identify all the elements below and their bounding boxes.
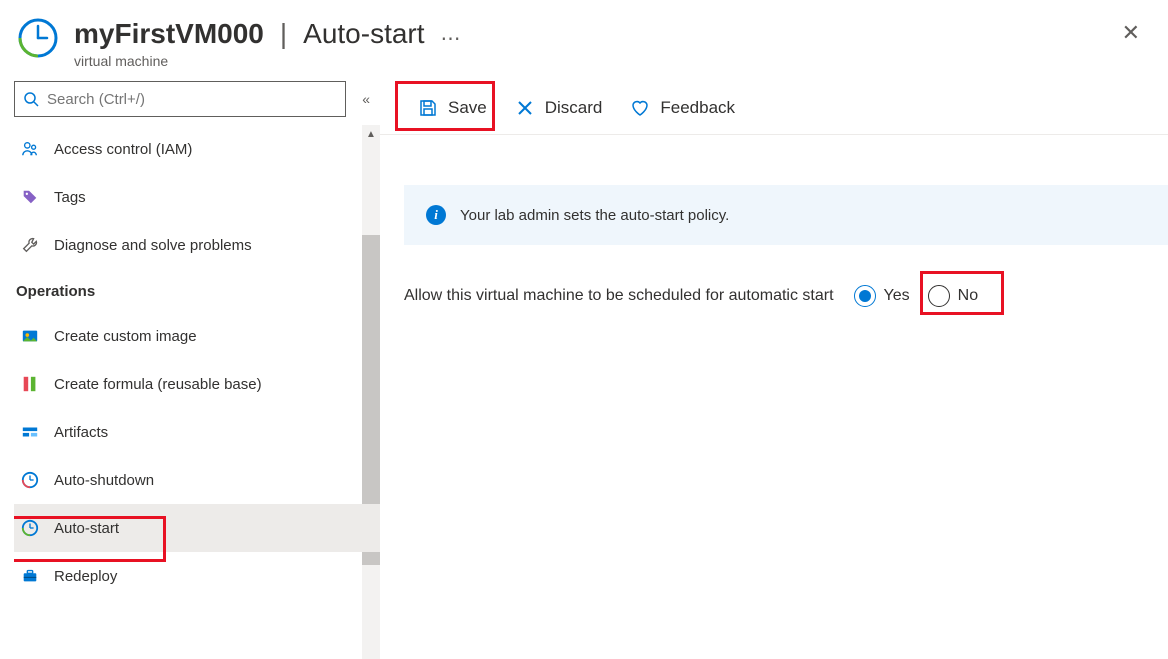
more-actions-button[interactable]: ⋯ xyxy=(441,16,463,51)
formula-icon xyxy=(20,374,40,394)
radio-yes-circle xyxy=(854,285,876,307)
main-content: Save Discard Feedback i Your lab admin s… xyxy=(380,81,1168,659)
blade-title: Auto-start xyxy=(303,18,424,50)
sidebar-item-label: Access control (IAM) xyxy=(54,141,192,158)
sidebar-item-label: Create formula (reusable base) xyxy=(54,376,262,393)
clock-start-icon xyxy=(20,518,40,538)
feedback-button-label: Feedback xyxy=(660,98,735,118)
info-banner: i Your lab admin sets the auto-start pol… xyxy=(404,185,1168,245)
sidebar-item-diagnose[interactable]: Diagnose and solve problems xyxy=(14,221,380,269)
sidebar: « ▲ Access control (IAM) Tags xyxy=(0,81,380,659)
sidebar-section-operations: Operations xyxy=(14,269,380,312)
sidebar-item-create-custom-image[interactable]: Create custom image xyxy=(14,312,380,360)
sidebar-item-redeploy[interactable]: Redeploy xyxy=(14,552,380,600)
scroll-up-button[interactable]: ▲ xyxy=(362,125,380,143)
sidebar-item-label: Create custom image xyxy=(54,328,197,345)
discard-icon xyxy=(515,98,535,118)
clock-start-icon xyxy=(16,16,60,60)
search-icon xyxy=(23,91,39,107)
discard-button[interactable]: Discard xyxy=(501,86,617,130)
radio-yes-label: Yes xyxy=(884,287,910,305)
autostart-setting-row: Allow this virtual machine to be schedul… xyxy=(380,245,1168,307)
save-icon xyxy=(418,98,438,118)
image-icon xyxy=(20,326,40,346)
feedback-button[interactable]: Feedback xyxy=(616,86,749,130)
save-button[interactable]: Save xyxy=(404,86,501,130)
search-input-container[interactable] xyxy=(14,81,346,117)
clock-shutdown-icon xyxy=(20,470,40,490)
sidebar-item-auto-shutdown[interactable]: Auto-shutdown xyxy=(14,456,380,504)
briefcase-icon xyxy=(20,566,40,586)
sidebar-item-access-control[interactable]: Access control (IAM) xyxy=(14,125,380,173)
search-input[interactable] xyxy=(47,91,337,108)
radio-no-circle xyxy=(928,285,950,307)
resource-type: virtual machine xyxy=(74,53,463,69)
info-banner-text: Your lab admin sets the auto-start polic… xyxy=(460,207,729,224)
sidebar-item-label: Tags xyxy=(54,189,86,206)
sidebar-item-artifacts[interactable]: Artifacts xyxy=(14,408,380,456)
collapse-sidebar-button[interactable]: « xyxy=(356,91,372,107)
radio-no-label: No xyxy=(958,287,978,305)
tag-icon xyxy=(20,187,40,207)
people-icon xyxy=(20,139,40,159)
info-icon: i xyxy=(426,205,446,225)
radio-no[interactable]: No xyxy=(928,285,978,307)
resource-name: myFirstVM000 xyxy=(74,18,264,50)
sidebar-item-auto-start[interactable]: Auto-start xyxy=(14,504,380,552)
sidebar-item-tags[interactable]: Tags xyxy=(14,173,380,221)
sidebar-item-label: Diagnose and solve problems xyxy=(54,237,252,254)
heart-icon xyxy=(630,98,650,118)
sidebar-item-label: Auto-start xyxy=(54,520,119,537)
blade-header: myFirstVM000 | Auto-start ⋯ virtual mach… xyxy=(0,0,1168,81)
sidebar-item-label: Auto-shutdown xyxy=(54,472,154,489)
autostart-radio-group: Yes No xyxy=(854,285,979,307)
sidebar-item-create-formula[interactable]: Create formula (reusable base) xyxy=(14,360,380,408)
radio-yes[interactable]: Yes xyxy=(854,285,910,307)
artifacts-icon xyxy=(20,422,40,442)
setting-label: Allow this virtual machine to be schedul… xyxy=(404,287,834,305)
sidebar-item-label: Redeploy xyxy=(54,568,117,585)
sidebar-item-label: Artifacts xyxy=(54,424,108,441)
save-button-label: Save xyxy=(448,98,487,118)
nav-list: ▲ Access control (IAM) Tags xyxy=(14,125,380,659)
toolbar: Save Discard Feedback xyxy=(380,81,1168,135)
close-button[interactable]: ✕ xyxy=(1114,16,1148,50)
wrench-icon xyxy=(20,235,40,255)
title-separator: | xyxy=(280,18,287,50)
discard-button-label: Discard xyxy=(545,98,603,118)
